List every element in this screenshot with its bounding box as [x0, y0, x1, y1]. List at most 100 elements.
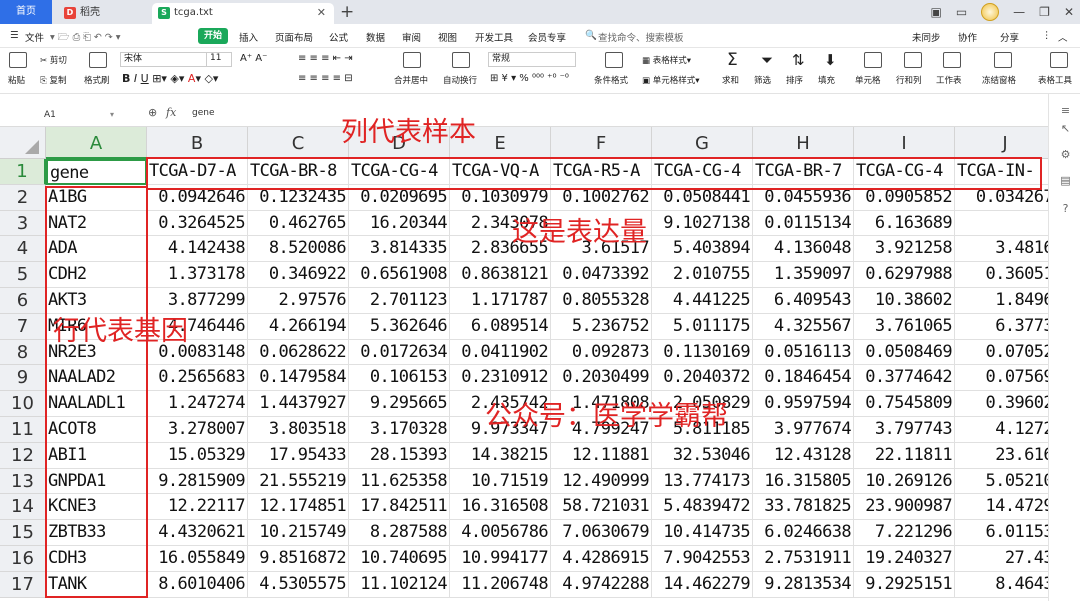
menu-page-layout[interactable]: 页面布局	[275, 30, 313, 44]
expression-cell[interactable]: 5.011175	[652, 313, 753, 340]
more-icon[interactable]: ⋮	[1042, 30, 1052, 41]
expression-cell[interactable]: 1.359097	[753, 262, 854, 288]
quick-access-icons[interactable]: ▾ 🗁 ⎙ ⎗ ↶ ↷ ▾	[50, 30, 121, 46]
cut-button[interactable]: ✂ 剪切	[40, 54, 67, 66]
expression-cell[interactable]	[955, 211, 1048, 237]
expression-cell[interactable]: 4.1272	[955, 417, 1048, 443]
expression-cell[interactable]: 23.900987	[854, 494, 955, 521]
tab-tcga[interactable]: S tcga.txt ✕	[152, 3, 334, 24]
sample-header-cell[interactable]: TCGA-BR-8	[248, 159, 349, 185]
row-header[interactable]: 15	[0, 520, 46, 546]
expression-cell[interactable]: 8.6010406	[147, 571, 248, 598]
expression-cell[interactable]: 12.22117	[147, 494, 248, 521]
font-style-icons[interactable]: B I U ⊞▾ ◈▾ A▾ ◇▾	[122, 72, 218, 85]
expression-cell[interactable]: 12.43128	[753, 442, 854, 469]
paste-icon[interactable]	[9, 52, 27, 68]
expression-cell[interactable]: 16.315805	[753, 468, 854, 495]
gene-name-cell[interactable]: CDH3	[46, 546, 147, 572]
column-header[interactable]: J	[955, 127, 1048, 159]
expression-cell[interactable]: 14.4729	[955, 494, 1048, 521]
expression-cell[interactable]: 0.8055328	[551, 288, 652, 314]
expression-cell[interactable]: 0.1846454	[753, 365, 854, 392]
gene-name-cell[interactable]: ZBTB33	[46, 520, 147, 546]
expression-cell[interactable]: 0.1130169	[652, 339, 753, 366]
expression-cell[interactable]: 11.102124	[349, 571, 450, 598]
expression-cell[interactable]: 16.20344	[349, 210, 450, 237]
paste-button[interactable]: 粘贴	[8, 74, 25, 86]
expression-cell[interactable]: 7.9042553	[652, 546, 753, 572]
column-header[interactable]: B	[147, 127, 248, 159]
expression-cell[interactable]: 2.435742	[450, 391, 551, 417]
row-header[interactable]: 8	[0, 339, 46, 366]
align-top-icons[interactable]: ≡ ≡ ≡ ⇤ ⇥	[298, 53, 353, 64]
expression-cell[interactable]: 16.055849	[147, 546, 248, 572]
align-icons[interactable]: ≡ ≡ ≡ ≡ ⊟	[298, 73, 353, 84]
expression-cell[interactable]: 0.3774642	[854, 365, 955, 392]
expression-cell[interactable]: 3.977674	[753, 417, 854, 443]
rowcol-icon[interactable]	[904, 52, 922, 68]
expression-cell[interactable]: 0.1479584	[248, 365, 349, 392]
expression-cell[interactable]: 8.520086	[248, 236, 349, 263]
expression-cell[interactable]	[551, 210, 652, 237]
expression-cell[interactable]: 9.2815909	[147, 468, 248, 495]
expression-cell[interactable]: 10.38602	[854, 288, 955, 314]
expression-cell[interactable]: 12.174851	[248, 494, 349, 521]
expression-cell[interactable]: 4.799247	[551, 417, 652, 443]
column-header[interactable]: I	[854, 127, 955, 159]
expression-cell[interactable]: 5.05210	[955, 469, 1048, 495]
header-cell-gene[interactable]: gene	[46, 159, 147, 185]
expression-cell[interactable]: 0.1232435	[248, 184, 349, 211]
expression-cell[interactable]: 0.034267	[955, 185, 1048, 211]
expression-cell[interactable]: 6.089514	[450, 313, 551, 340]
command-search[interactable]: 查找命令、搜索模板	[598, 30, 684, 44]
expression-cell[interactable]: 0.2040372	[652, 365, 753, 392]
wrap-icon[interactable]	[452, 52, 470, 68]
sample-header-cell[interactable]: TCGA-CG-4	[349, 159, 450, 185]
expression-cell[interactable]: 28.15393	[349, 442, 450, 469]
expression-cell[interactable]: 1.8496	[955, 288, 1048, 314]
expression-cell[interactable]: 2.050829	[652, 391, 753, 417]
expression-cell[interactable]: 5.811185	[652, 417, 753, 443]
expression-cell[interactable]: 2.97576	[248, 288, 349, 314]
expression-cell[interactable]: 3.278007	[147, 417, 248, 443]
expression-cell[interactable]: 58.721031	[551, 494, 652, 521]
expression-cell[interactable]: 4.441225	[652, 288, 753, 314]
expression-cell[interactable]: 3.921258	[854, 236, 955, 263]
menu-insert[interactable]: 插入	[239, 30, 258, 44]
expression-cell[interactable]: 9.973347	[450, 417, 551, 443]
menu-developer[interactable]: 开发工具	[475, 30, 513, 44]
row-header[interactable]: 9	[0, 365, 46, 392]
expression-cell[interactable]: 9.295665	[349, 391, 450, 417]
table-tools-button[interactable]: 表格工具	[1038, 74, 1072, 86]
expression-cell[interactable]: 4.4320621	[147, 520, 248, 546]
avatar[interactable]	[981, 3, 1000, 21]
expression-cell[interactable]: 0.0455936	[753, 184, 854, 211]
expression-cell[interactable]: 0.2310912	[450, 365, 551, 392]
expression-cell[interactable]: 5.4839472	[652, 494, 753, 521]
expression-cell[interactable]: 4.9742288	[551, 571, 652, 598]
expression-cell[interactable]: 0.0508469	[854, 339, 955, 366]
expression-cell[interactable]: 0.0411902	[450, 339, 551, 366]
expression-cell[interactable]: 12.11881	[551, 442, 652, 469]
cell-icon[interactable]	[864, 52, 882, 68]
expression-cell[interactable]: 4.5305575	[248, 571, 349, 598]
expression-cell[interactable]: 3.61517	[551, 236, 652, 263]
merge-center-button[interactable]: 合并居中	[394, 74, 428, 86]
expression-cell[interactable]: 10.269126	[854, 468, 955, 495]
expression-cell[interactable]: 2.701123	[349, 288, 450, 314]
row-header[interactable]: 1	[0, 159, 46, 185]
expression-cell[interactable]: 0.3264525	[147, 210, 248, 237]
collapse-icon[interactable]: ︿	[1058, 30, 1068, 44]
expression-cell[interactable]: 4.746446	[147, 313, 248, 340]
gene-name-cell[interactable]: TANK	[46, 571, 147, 598]
freeze-icon[interactable]	[994, 52, 1012, 68]
expression-cell[interactable]: 10.71519	[450, 468, 551, 495]
sample-header-cell[interactable]: TCGA-CG-4	[652, 159, 753, 185]
merge-icon[interactable]	[403, 52, 421, 68]
formula-input[interactable]: gene	[192, 108, 215, 118]
expression-cell[interactable]: 22.11811	[854, 442, 955, 469]
expression-cell[interactable]: 0.092873	[551, 339, 652, 366]
gene-name-cell[interactable]: MIR6	[46, 313, 147, 340]
copy-button[interactable]: ⎘ 复制	[40, 74, 67, 86]
expression-cell[interactable]: 3.761065	[854, 313, 955, 340]
